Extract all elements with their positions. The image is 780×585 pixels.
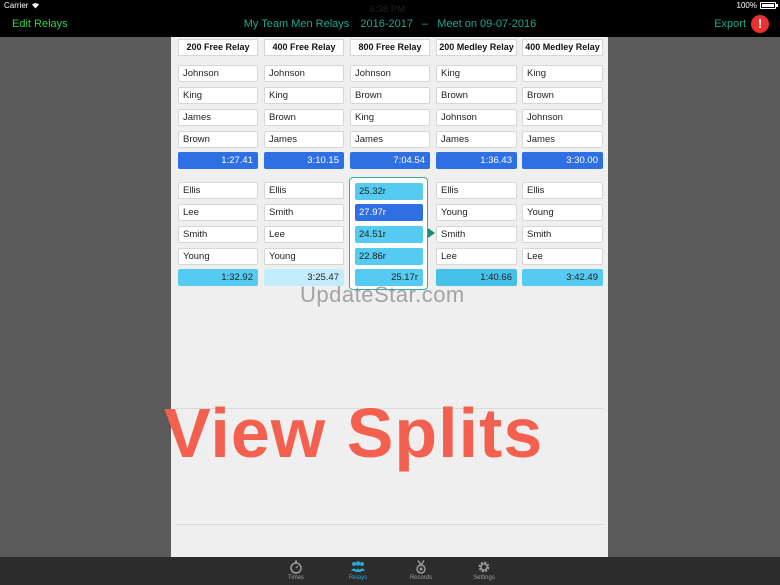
swimmer-cell[interactable]: Brown (436, 87, 517, 104)
swimmer-cell[interactable]: Lee (178, 204, 258, 221)
popup-pointer-icon (428, 228, 435, 238)
tab-settings[interactable]: Settings (458, 557, 510, 585)
stopwatch-icon (290, 560, 302, 574)
medal-icon (416, 560, 426, 574)
swimmer-cell[interactable]: Young (264, 248, 344, 265)
swimmer-cell[interactable]: Brown (522, 87, 603, 104)
swimmer-cell[interactable]: Johnson (350, 65, 430, 82)
row-divider (176, 524, 604, 525)
split-value[interactable]: 22.86r (355, 248, 423, 265)
split-value[interactable]: 24.51r (355, 226, 423, 243)
status-bar: Carrier 6:38 PM 100% (0, 0, 780, 15)
view-splits-caption: View Splits (164, 394, 544, 472)
relay-header-200-free[interactable]: 200 Free Relay (178, 39, 258, 56)
swimmer-cell[interactable]: Johnson (264, 65, 344, 82)
swimmer-cell[interactable]: Smith (522, 226, 603, 243)
swimmer-cell[interactable]: Johnson (522, 109, 603, 126)
split-value[interactable]: 25.32r (355, 183, 423, 200)
nav-title: My Team Men Relays 2016-2017 – Meet on 0… (0, 18, 780, 30)
swimmer-cell[interactable]: King (522, 65, 603, 82)
swimmer-cell[interactable]: Ellis (436, 182, 517, 199)
swimmer-cell[interactable]: King (350, 109, 430, 126)
swimmer-cell[interactable]: Smith (436, 226, 517, 243)
team-title: My Team Men Relays (243, 18, 350, 30)
tab-relays[interactable]: Relays (332, 557, 384, 585)
swimmer-cell[interactable]: Brown (178, 131, 258, 148)
swimmer-cell[interactable]: Smith (264, 204, 344, 221)
relay-time[interactable]: 1:32.92 (178, 269, 258, 286)
swimmer-cell[interactable]: Brown (264, 109, 344, 126)
relay-time[interactable]: 3:30.00 (522, 152, 603, 169)
relay-time[interactable]: 1:27.41 (178, 152, 258, 169)
team-icon (351, 561, 365, 572)
swimmer-cell[interactable]: Brown (350, 87, 430, 104)
meet-label: Meet on 09-07-2016 (437, 18, 537, 30)
swimmer-cell[interactable]: Johnson (436, 109, 517, 126)
battery-label: 100% (736, 1, 757, 10)
swimmer-cell[interactable]: Lee (436, 248, 517, 265)
swimmer-cell[interactable]: James (264, 131, 344, 148)
tab-label: Settings (473, 575, 495, 581)
tab-label: Relays (348, 575, 368, 581)
relay-header-800-free[interactable]: 800 Free Relay (350, 39, 430, 56)
tab-times[interactable]: Times (270, 557, 322, 585)
tab-bar: Times Relays Records Settings (0, 557, 780, 585)
swimmer-cell[interactable]: Young (178, 248, 258, 265)
navigation-bar: Edit Relays My Team Men Relays 2016-2017… (0, 12, 780, 37)
tab-label: Records (409, 575, 433, 581)
title-separator: – (422, 18, 429, 30)
watermark-text: UpdateStar.com (300, 282, 465, 307)
swimmer-cell[interactable]: Smith (178, 226, 258, 243)
battery-indicator: 100% (736, 1, 778, 10)
tab-records[interactable]: Records (395, 557, 447, 585)
swimmer-cell[interactable]: James (178, 109, 258, 126)
swimmer-cell[interactable]: Ellis (264, 182, 344, 199)
gear-icon (478, 561, 490, 573)
tab-label: Times (287, 575, 305, 581)
export-button[interactable]: Export (714, 18, 746, 30)
battery-icon (760, 2, 778, 9)
relay-header-400-free[interactable]: 400 Free Relay (264, 39, 344, 56)
swimmer-cell[interactable]: King (264, 87, 344, 104)
relay-time[interactable]: 3:10.15 (264, 152, 344, 169)
swimmer-cell[interactable]: Young (436, 204, 517, 221)
swimmer-cell[interactable]: James (436, 131, 517, 148)
season-label: 2016-2017 (360, 18, 413, 30)
swimmer-cell[interactable]: James (522, 131, 603, 148)
swimmer-cell[interactable]: King (178, 87, 258, 104)
swimmer-cell[interactable]: King (436, 65, 517, 82)
relay-time[interactable]: 7:04.54 (350, 152, 430, 169)
relay-time[interactable]: 1:36.43 (436, 152, 517, 169)
relay-header-200-medley[interactable]: 200 Medley Relay (436, 39, 517, 56)
swimmer-cell[interactable]: Lee (264, 226, 344, 243)
swimmer-cell[interactable]: Young (522, 204, 603, 221)
swimmer-cell[interactable]: Johnson (178, 65, 258, 82)
splits-popup[interactable]: 25.32r 27.97r 24.51r 22.86r 25.17r (349, 177, 428, 290)
alert-icon[interactable]: ! (751, 15, 769, 33)
swimmer-cell[interactable]: James (350, 131, 430, 148)
relay-time[interactable]: 3:42.49 (522, 269, 603, 286)
swimmer-cell[interactable]: Lee (522, 248, 603, 265)
split-value[interactable]: 27.97r (355, 204, 423, 221)
relay-header-400-medley[interactable]: 400 Medley Relay (522, 39, 603, 56)
swimmer-cell[interactable]: Ellis (178, 182, 258, 199)
swimmer-cell[interactable]: Ellis (522, 182, 603, 199)
